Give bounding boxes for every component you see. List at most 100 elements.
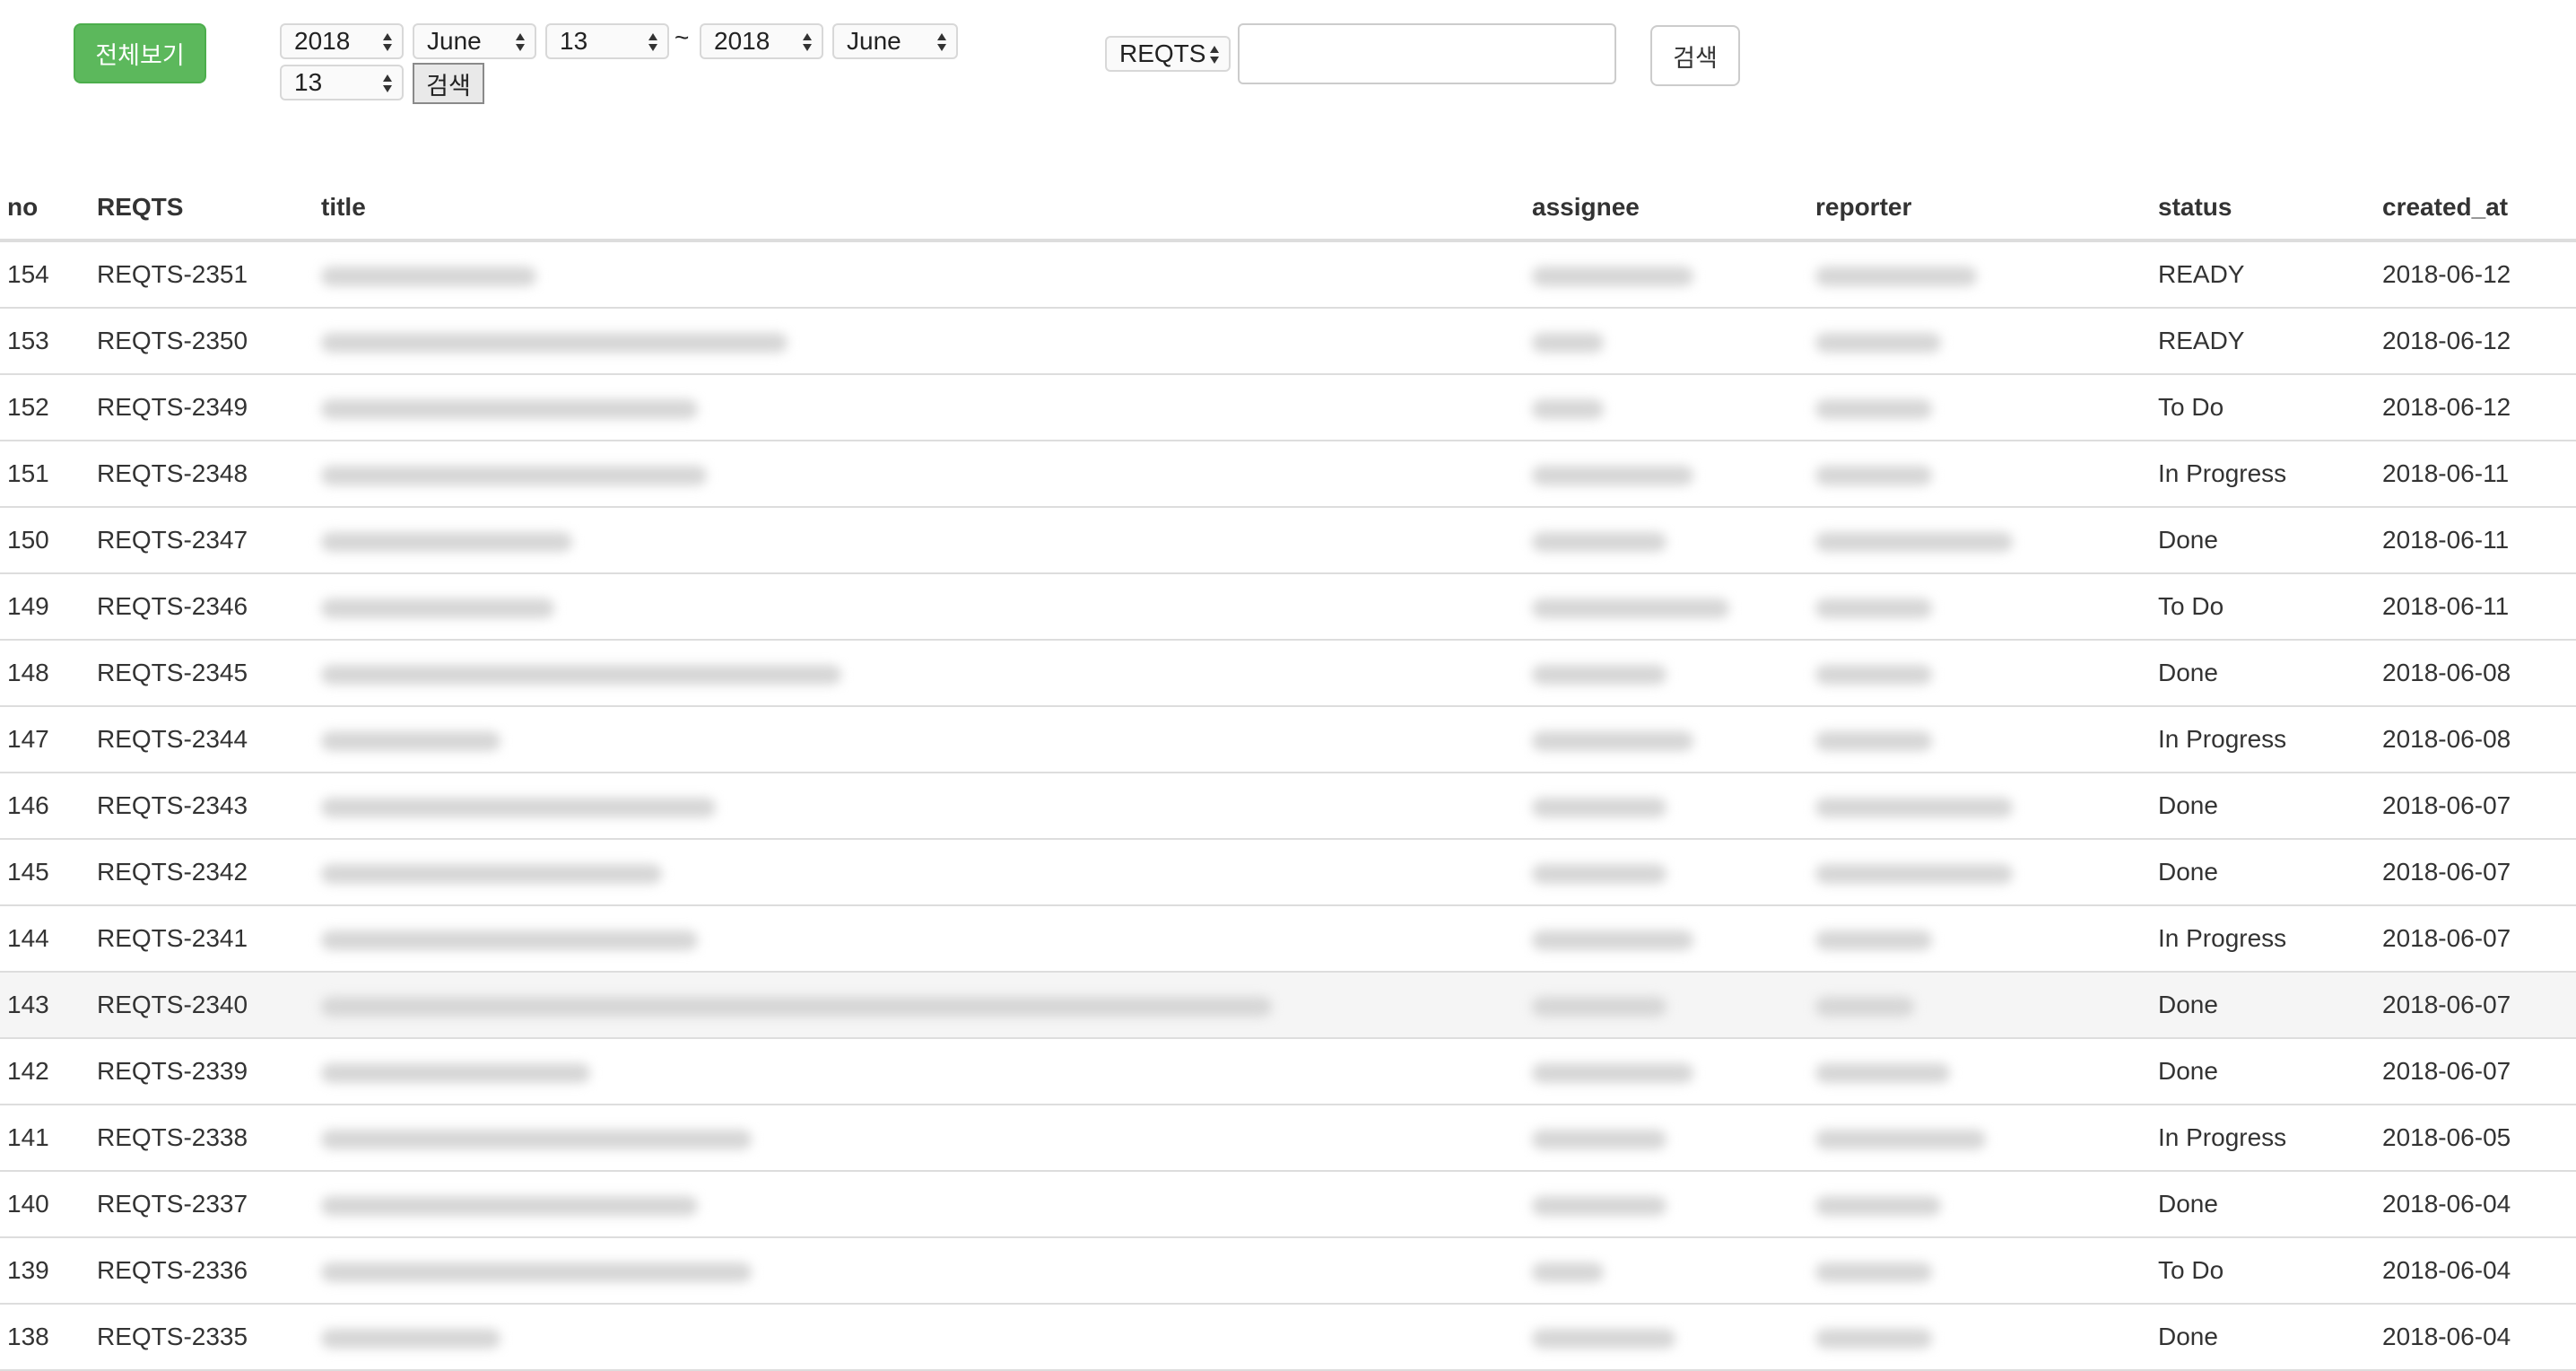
table-row[interactable]: 154 REQTS-2351 READY 2018-06-12 [0,240,2576,309]
cell-reporter [1808,1237,2151,1305]
redacted-assignee [1532,1062,1693,1083]
redacted-assignee [1532,465,1693,485]
cell-assignee [1525,573,1808,641]
to-month-value: June [847,27,901,55]
cell-reporter [1808,441,2151,508]
redacted-assignee [1532,1195,1667,1216]
cell-key: REQTS-2336 [90,1237,314,1305]
from-day-select[interactable]: 13 [545,23,669,59]
cell-key: REQTS-2350 [90,308,314,375]
cell-status: Done [2151,972,2375,1039]
redacted-assignee [1532,332,1604,353]
redacted-assignee [1532,1262,1604,1282]
table-row[interactable]: 141 REQTS-2338 In Progress 2018-06-05 [0,1105,2576,1172]
cell-assignee [1525,1237,1808,1305]
table-row[interactable]: 150 REQTS-2347 Done 2018-06-11 [0,507,2576,574]
cell-created-at: 2018-06-12 [2375,308,2576,375]
table-row[interactable]: 138 REQTS-2335 Done 2018-06-04 [0,1304,2576,1371]
cell-created-at: 2018-06-11 [2375,441,2576,508]
cell-no: 138 [0,1304,90,1371]
cell-key: REQTS-2344 [90,706,314,773]
cell-status: Done [2151,1038,2375,1105]
redacted-assignee [1532,996,1667,1017]
cell-title [314,972,1525,1039]
from-year-select[interactable]: 2018 [280,23,404,59]
redacted-title [321,1328,500,1349]
table-row[interactable]: 140 REQTS-2337 Done 2018-06-04 [0,1171,2576,1238]
project-select[interactable]: REQTS [1105,36,1231,72]
table-row[interactable]: 151 REQTS-2348 In Progress 2018-06-11 [0,441,2576,508]
cell-key: REQTS-2345 [90,640,314,707]
search-input[interactable] [1238,23,1616,84]
redacted-assignee [1532,1328,1675,1349]
cell-no: 142 [0,1038,90,1105]
redacted-title [321,1195,698,1216]
date-search-button[interactable]: 검색 [413,63,484,104]
header-title: title [314,176,1525,242]
cell-reporter [1808,706,2151,773]
from-year-value: 2018 [294,27,351,55]
cell-title [314,308,1525,375]
table-row[interactable]: 144 REQTS-2341 In Progress 2018-06-07 [0,905,2576,973]
table-row[interactable]: 139 REQTS-2336 To Do 2018-06-04 [0,1237,2576,1305]
cell-created-at: 2018-06-05 [2375,1105,2576,1172]
to-day-select[interactable]: 13 [280,65,404,100]
from-month-value: June [427,27,482,55]
cell-key: REQTS-2341 [90,905,314,973]
to-day-value: 13 [294,68,323,96]
redacted-reporter [1815,465,1932,485]
cell-reporter [1808,507,2151,574]
cell-no: 147 [0,706,90,773]
cell-created-at: 2018-06-12 [2375,240,2576,309]
redacted-reporter [1815,332,1941,353]
redacted-assignee [1532,664,1667,685]
select-arrows-icon [1209,45,1220,65]
table-row[interactable]: 149 REQTS-2346 To Do 2018-06-11 [0,573,2576,641]
cell-status: Done [2151,773,2375,840]
cell-status: Done [2151,1304,2375,1371]
table-row[interactable]: 142 REQTS-2339 Done 2018-06-07 [0,1038,2576,1105]
table-row[interactable]: 148 REQTS-2345 Done 2018-06-08 [0,640,2576,707]
cell-assignee [1525,1171,1808,1238]
cell-status: To Do [2151,374,2375,441]
cell-key: REQTS-2337 [90,1171,314,1238]
table-row[interactable]: 152 REQTS-2349 To Do 2018-06-12 [0,374,2576,441]
redacted-title [321,398,698,419]
to-month-select[interactable]: June [832,23,958,59]
table-row[interactable]: 153 REQTS-2350 READY 2018-06-12 [0,308,2576,375]
cell-created-at: 2018-06-11 [2375,507,2576,574]
select-arrows-icon [802,32,813,52]
search-button[interactable]: 검색 [1650,25,1740,86]
cell-status: In Progress [2151,441,2375,508]
cell-no: 145 [0,839,90,906]
cell-reporter [1808,640,2151,707]
redacted-assignee [1532,598,1729,618]
cell-created-at: 2018-06-07 [2375,1038,2576,1105]
cell-no: 152 [0,374,90,441]
cell-status: In Progress [2151,905,2375,973]
redacted-reporter [1815,1062,1950,1083]
cell-key: REQTS-2339 [90,1038,314,1105]
cell-assignee [1525,839,1808,906]
from-month-select[interactable]: June [413,23,536,59]
show-all-button[interactable]: 전체보기 [74,23,206,83]
redacted-title [321,1129,752,1149]
table-row[interactable]: 146 REQTS-2343 Done 2018-06-07 [0,773,2576,840]
header-status: status [2151,176,2375,242]
redacted-reporter [1815,664,1932,685]
table-row[interactable]: 145 REQTS-2342 Done 2018-06-07 [0,839,2576,906]
cell-reporter [1808,573,2151,641]
table-row[interactable]: 143 REQTS-2340 Done 2018-06-07 [0,972,2576,1039]
cell-title [314,573,1525,641]
redacted-reporter [1815,398,1932,419]
table-row[interactable]: 147 REQTS-2344 In Progress 2018-06-08 [0,706,2576,773]
cell-assignee [1525,308,1808,375]
cell-created-at: 2018-06-08 [2375,640,2576,707]
to-year-select[interactable]: 2018 [700,23,823,59]
header-assignee: assignee [1525,176,1808,242]
cell-reporter [1808,1171,2151,1238]
cell-key: REQTS-2346 [90,573,314,641]
cell-status: READY [2151,240,2375,309]
cell-created-at: 2018-06-04 [2375,1304,2576,1371]
redacted-assignee [1532,930,1693,950]
